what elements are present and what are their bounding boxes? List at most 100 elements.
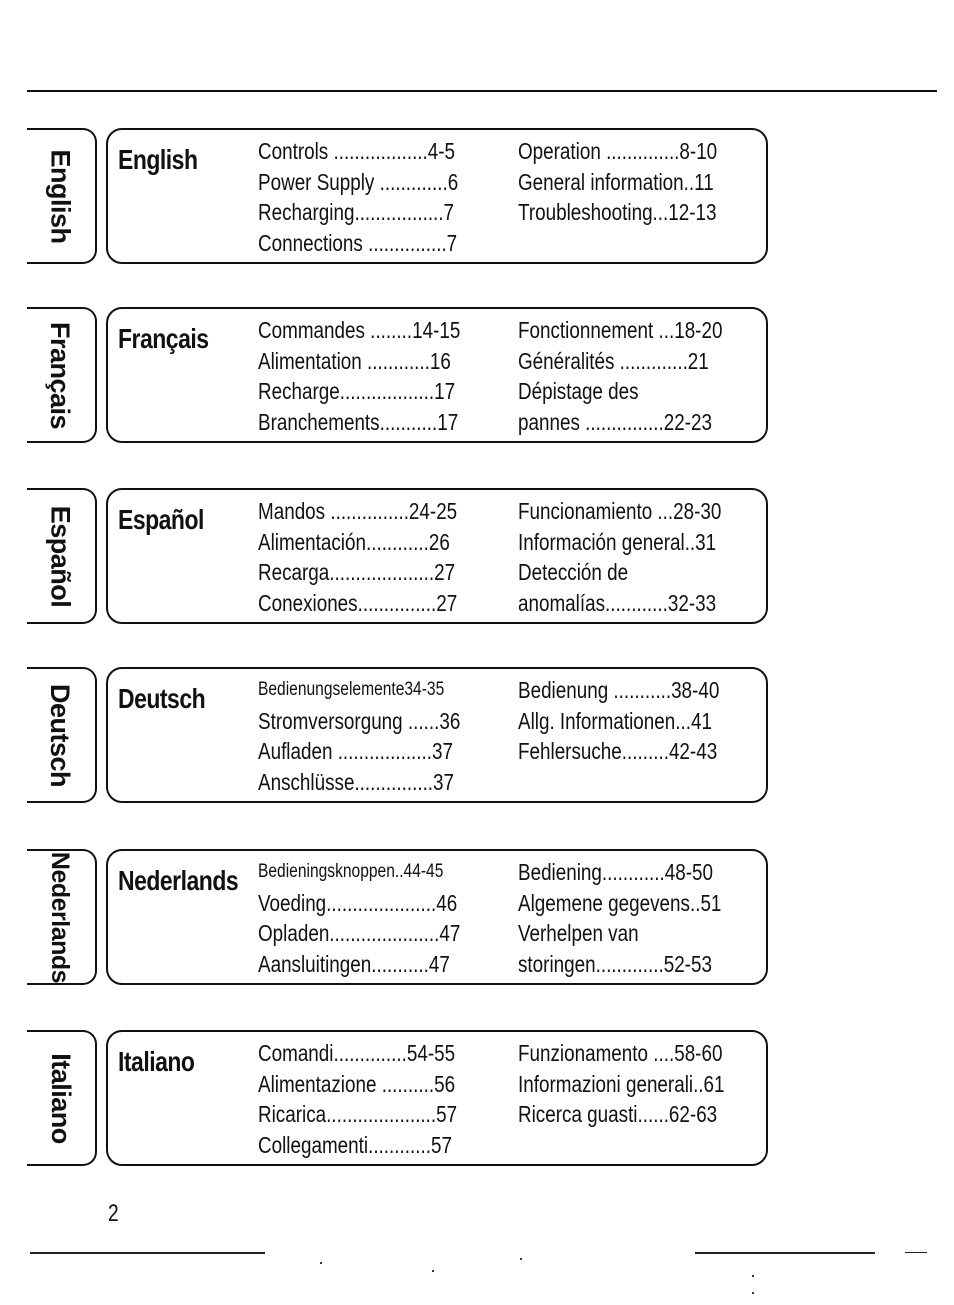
toc-entry[interactable]: Informazioni generali..61 xyxy=(518,1069,754,1100)
toc-entry[interactable]: Verhelpen van xyxy=(518,918,754,949)
language-tab-label-wrapper: Deutsch xyxy=(27,669,93,801)
top-rule xyxy=(27,90,937,92)
language-tab[interactable]: Nederlands xyxy=(27,849,97,985)
language-title: Français xyxy=(118,323,209,354)
toc-entry[interactable]: Alimentación............26 xyxy=(258,527,494,558)
contents-box: Deutsch Bedienungselemente34-35 Stromverso… xyxy=(106,667,768,803)
toc-entry[interactable]: Commandes ........14-15 xyxy=(258,315,494,346)
contents-column: Funzionamento ....58-60 Informazioni gene… xyxy=(518,1038,754,1160)
toc-entry[interactable]: Collegamenti............57 xyxy=(258,1130,494,1161)
toc-entry[interactable]: Aufladen ..................37 xyxy=(258,736,494,767)
toc-entry[interactable]: Alimentazione ..........56 xyxy=(258,1069,494,1100)
toc-entry[interactable]: Funzionamento ....58-60 xyxy=(518,1038,754,1069)
toc-entry[interactable]: Voeding.....................46 xyxy=(258,888,494,919)
contents-column: Mandos ...............24-25 Alimentación.… xyxy=(258,496,494,618)
toc-entry xyxy=(518,1130,754,1161)
toc-entry[interactable]: Anschlüsse...............37 xyxy=(258,767,494,798)
toc-entry[interactable]: pannes ...............22-23 xyxy=(518,407,754,438)
toc-entry[interactable]: Bedienungselemente34-35 xyxy=(258,675,494,706)
language-tab-label-wrapper: Nederlands xyxy=(27,851,93,983)
toc-entry[interactable]: Recharging.................7 xyxy=(258,197,494,228)
contents-box: Italiano Comandi..............54-55 Alimen… xyxy=(106,1030,768,1166)
toc-entry[interactable]: Dépistage des xyxy=(518,376,754,407)
contents-column: Bedienungselemente34-35 Stromversorgung .… xyxy=(258,675,494,797)
toc-entry[interactable]: Controls ..................4-5 xyxy=(258,136,494,167)
scan-speck xyxy=(520,1258,522,1260)
toc-entry[interactable]: Branchements...........17 xyxy=(258,407,494,438)
contents-column: Fonctionnement ...18-20 Généralités .....… xyxy=(518,315,754,437)
contents-box: Nederlands Bedieningsknoppen..44-45 Voedin… xyxy=(106,849,768,985)
toc-entry[interactable]: Généralités .............21 xyxy=(518,346,754,377)
language-tab[interactable]: Deutsch xyxy=(27,667,97,803)
toc-entry[interactable]: Stromversorgung ......36 xyxy=(258,706,494,737)
language-tab[interactable]: Español xyxy=(27,488,97,624)
toc-entry[interactable]: Opladen.....................47 xyxy=(258,918,494,949)
contents-box: English Controls ..................4-5 Pow… xyxy=(106,128,768,264)
contents-column: Controls ..................4-5 Power Supp… xyxy=(258,136,494,258)
language-tab-label: Nederlands xyxy=(46,851,75,983)
toc-entry xyxy=(518,767,754,798)
toc-entry[interactable]: Fehlersuche.........42-43 xyxy=(518,736,754,767)
toc-entry[interactable]: Ricerca guasti......62-63 xyxy=(518,1099,754,1130)
scan-artifact-line xyxy=(695,1252,875,1254)
toc-entry[interactable]: Operation ..............8-10 xyxy=(518,136,754,167)
contents-column: Commandes ........14-15 Alimentation ....… xyxy=(258,315,494,437)
toc-section-english: English English Controls .................… xyxy=(27,126,772,268)
language-tab-label: Français xyxy=(45,321,76,429)
contents-column: Bedieningsknoppen..44-45 Voeding.........… xyxy=(258,857,494,979)
toc-entry[interactable]: Alimentation ............16 xyxy=(258,346,494,377)
toc-section-deutsch: Deutsch Deutsch Bedienungselemente34-35 Str… xyxy=(27,665,772,807)
language-title: Español xyxy=(118,504,204,535)
language-title: English xyxy=(118,144,198,175)
scan-artifact-line xyxy=(905,1252,927,1253)
toc-entry[interactable]: Mandos ...............24-25 xyxy=(258,496,494,527)
toc-entry[interactable]: Recarga....................27 xyxy=(258,557,494,588)
language-tab-label: Deutsch xyxy=(45,683,76,787)
language-tab-label-wrapper: Français xyxy=(27,309,93,441)
toc-entry[interactable]: Bedieningsknoppen..44-45 xyxy=(258,857,494,888)
toc-entry[interactable]: Fonctionnement ...18-20 xyxy=(518,315,754,346)
toc-entry[interactable]: Información general..31 xyxy=(518,527,754,558)
contents-column: Bediening............48-50 Algemene gegev… xyxy=(518,857,754,979)
scan-speck xyxy=(320,1262,322,1264)
language-title: Deutsch xyxy=(118,683,206,714)
toc-entry[interactable]: Detección de xyxy=(518,557,754,588)
page-number: 2 xyxy=(108,1200,119,1227)
contents-box: Español Mandos ...............24-25 Alimen… xyxy=(106,488,768,624)
toc-entry[interactable]: Bedienung ...........38-40 xyxy=(518,675,754,706)
toc-entry[interactable]: storingen.............52-53 xyxy=(518,949,754,980)
toc-entry[interactable]: Aansluitingen...........47 xyxy=(258,949,494,980)
language-tab[interactable]: Français xyxy=(27,307,97,443)
toc-entry[interactable]: Recharge..................17 xyxy=(258,376,494,407)
language-tab[interactable]: English xyxy=(27,128,97,264)
toc-entry[interactable]: Bediening............48-50 xyxy=(518,857,754,888)
scan-speck xyxy=(432,1270,434,1272)
language-tab-label: Español xyxy=(45,505,76,607)
toc-entry[interactable]: Conexiones...............27 xyxy=(258,588,494,619)
toc-entry[interactable]: Allg. Informationen...41 xyxy=(518,706,754,737)
language-tab-label-wrapper: Italiano xyxy=(27,1032,93,1164)
toc-entry[interactable]: Troubleshooting...12-13 xyxy=(518,197,754,228)
contents-column: Funcionamiento ...28-30 Información gener… xyxy=(518,496,754,618)
language-title: Italiano xyxy=(118,1046,195,1077)
toc-section-français: Français Français Commandes ........14-15 A… xyxy=(27,305,772,447)
language-tab-label-wrapper: Español xyxy=(27,490,93,622)
language-tab-label: English xyxy=(45,148,76,244)
toc-entry[interactable]: Connections ...............7 xyxy=(258,228,494,259)
toc-entry[interactable]: Funcionamiento ...28-30 xyxy=(518,496,754,527)
contents-box: Français Commandes ........14-15 Alimentat… xyxy=(106,307,768,443)
toc-entry[interactable]: Comandi..............54-55 xyxy=(258,1038,494,1069)
language-title: Nederlands xyxy=(118,865,239,896)
toc-entry[interactable]: General information..11 xyxy=(518,167,754,198)
language-tab-label-wrapper: English xyxy=(27,130,93,262)
scan-speck xyxy=(133,1068,135,1070)
scan-speck xyxy=(752,1292,754,1294)
scan-artifact-line xyxy=(198,1252,258,1253)
language-tab[interactable]: Italiano xyxy=(27,1030,97,1166)
toc-entry[interactable]: Power Supply .............6 xyxy=(258,167,494,198)
contents-column: Comandi..............54-55 Alimentazione … xyxy=(258,1038,494,1160)
toc-entry[interactable]: anomalías............32-33 xyxy=(518,588,754,619)
contents-column: Bedienung ...........38-40 Allg. Informat… xyxy=(518,675,754,797)
toc-entry[interactable]: Algemene gegevens..51 xyxy=(518,888,754,919)
toc-entry[interactable]: Ricarica.....................57 xyxy=(258,1099,494,1130)
